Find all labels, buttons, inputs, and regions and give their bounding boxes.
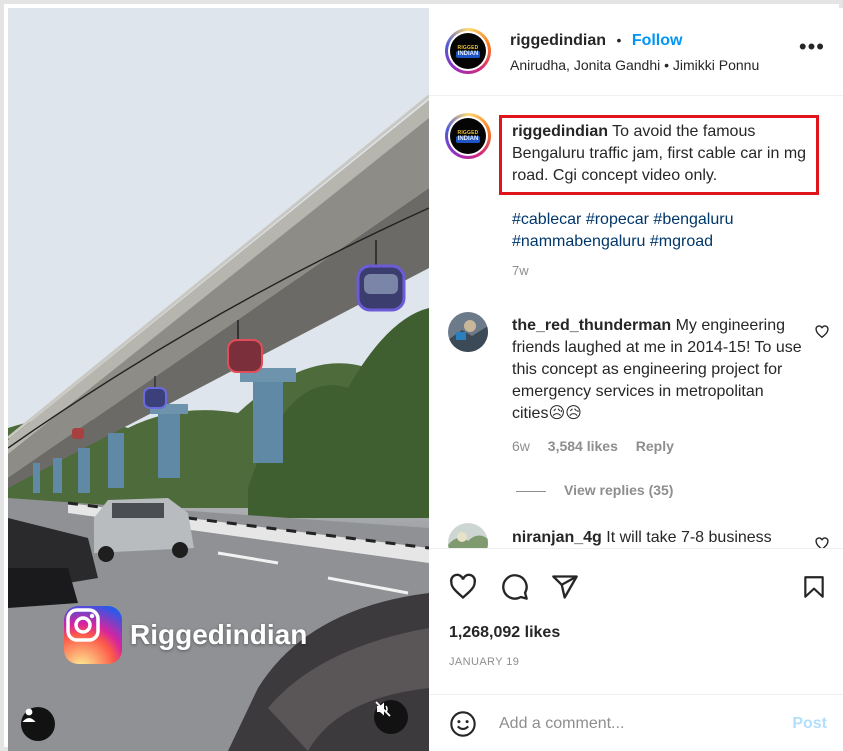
paper-plane-icon[interactable] xyxy=(551,573,579,601)
comment-body: niranjan_4g It will take 7-8 business xyxy=(512,527,802,548)
avatar-text-bottom: INDIAN xyxy=(455,50,481,58)
separator-dot: • xyxy=(616,32,622,48)
comment-body: the_red_thunderman My engineering friend… xyxy=(512,315,802,425)
comment-likes[interactable]: 3,584 likes xyxy=(548,438,618,454)
comment-input[interactable]: Add a comment... xyxy=(499,715,624,733)
author-avatar[interactable]: RIGGED INDIAN xyxy=(445,28,491,74)
post-caption: riggedindian To avoid the famous Bengalu… xyxy=(512,121,812,187)
replies-divider xyxy=(516,490,546,492)
comment-username[interactable]: niranjan_4g xyxy=(512,529,602,546)
speaker-muted-icon xyxy=(375,701,391,717)
post-comment-button[interactable]: Post xyxy=(792,715,827,733)
avatar-text-top: RIGGED xyxy=(457,129,479,136)
follow-button[interactable]: Follow xyxy=(632,32,683,49)
post-date[interactable]: JANUARY 19 xyxy=(449,656,519,668)
view-replies-label: View replies (35) xyxy=(564,482,674,498)
comment-text: It will take 7-8 business xyxy=(606,529,772,546)
post-details-panel: RIGGED INDIAN riggedindian • Follow Anir… xyxy=(429,8,843,751)
instagram-post-window: Riggedindian RIGGED INDIAN riggedindian … xyxy=(0,0,843,751)
user-tag-icon xyxy=(22,708,36,722)
tagged-users-button[interactable] xyxy=(21,707,55,741)
audio-attribution[interactable]: Anirudha, Jonita Gandhi • Jimikki Ponnu xyxy=(510,57,759,73)
avatar-text-top: RIGGED xyxy=(457,44,479,51)
post-video[interactable]: Riggedindian xyxy=(8,8,429,751)
watermark: Riggedindian xyxy=(64,606,307,664)
comment-like-icon[interactable] xyxy=(815,325,829,339)
more-options-button[interactable]: ••• xyxy=(799,36,825,58)
heart-icon[interactable] xyxy=(449,573,477,601)
author-username[interactable]: riggedindian xyxy=(510,32,606,49)
commenter-avatar[interactable] xyxy=(448,312,488,352)
instagram-logo-icon xyxy=(64,606,122,664)
header-title-row: riggedindian • Follow xyxy=(510,32,682,50)
bookmark-icon[interactable] xyxy=(801,573,827,601)
comment-timestamp[interactable]: 6w xyxy=(512,438,530,454)
comment-meta: 6w 3,584 likes Reply xyxy=(512,438,688,454)
hashtags[interactable]: #cablecar #ropecar #bengaluru #nammabeng… xyxy=(512,209,812,253)
add-comment-bar: Add a comment... Post xyxy=(429,694,843,751)
post-header: RIGGED INDIAN riggedindian • Follow Anir… xyxy=(429,8,843,96)
comment-username[interactable]: the_red_thunderman xyxy=(512,317,671,334)
mute-button[interactable] xyxy=(374,700,408,734)
caption-username[interactable]: riggedindian xyxy=(512,123,608,140)
smiley-icon[interactable] xyxy=(449,710,477,738)
avatar-text-bottom: INDIAN xyxy=(455,135,481,143)
likes-count[interactable]: 1,268,092 likes xyxy=(449,624,560,642)
watermark-text: Riggedindian xyxy=(130,619,308,650)
post-actions: 1,268,092 likes JANUARY 19 xyxy=(429,548,843,694)
commenter-avatar[interactable] xyxy=(448,523,488,548)
comment-like-icon[interactable] xyxy=(815,537,829,548)
caption-author-avatar[interactable]: RIGGED INDIAN xyxy=(445,113,491,159)
reply-button[interactable]: Reply xyxy=(636,438,674,454)
view-replies-button[interactable]: View replies (35) xyxy=(516,482,673,498)
comment-icon[interactable] xyxy=(501,573,529,601)
caption-timestamp[interactable]: 7w xyxy=(512,263,529,278)
comments-scroll-area[interactable]: RIGGED INDIAN riggedindian To avoid the … xyxy=(429,97,843,548)
